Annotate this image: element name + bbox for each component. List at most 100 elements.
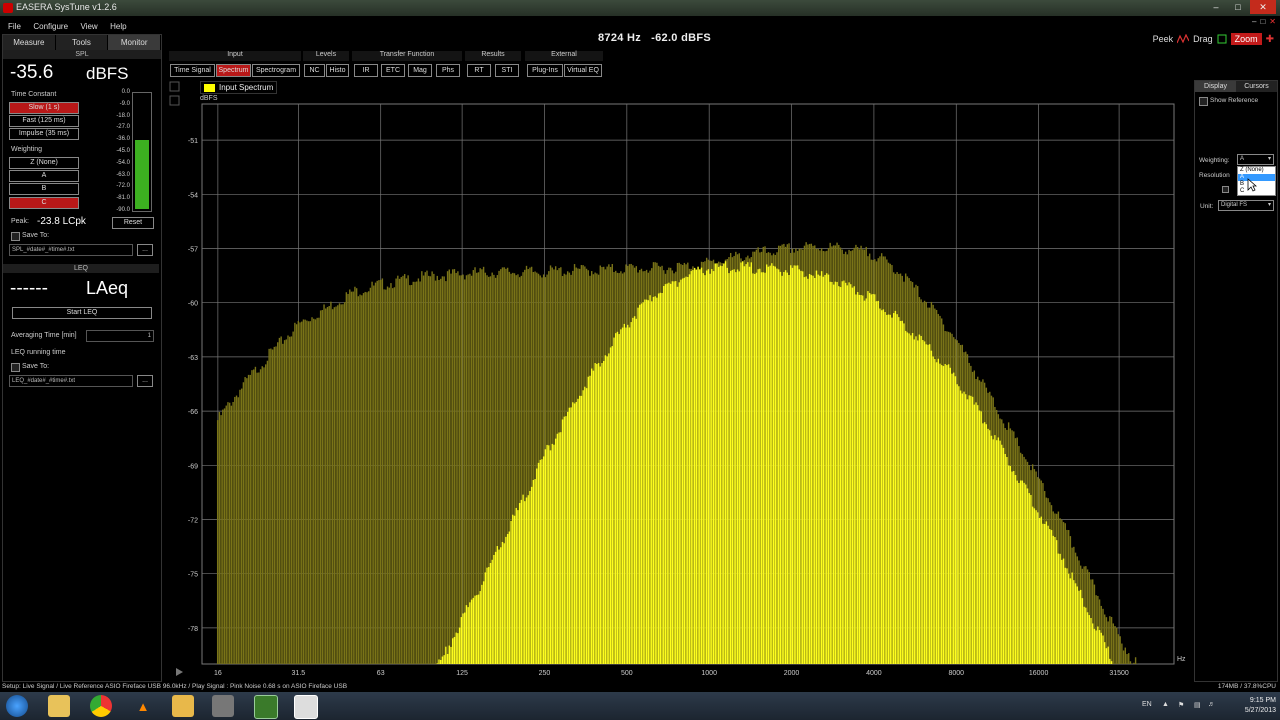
time-constant-fast[interactable]: Fast (125 ms) xyxy=(9,115,79,127)
spectrum-bar xyxy=(234,396,236,664)
tab-cursors[interactable]: Cursors xyxy=(1236,81,1277,92)
spectrum-bar xyxy=(947,364,950,664)
show-reference-checkbox[interactable] xyxy=(1199,97,1208,106)
weighting-z[interactable]: Z (None) xyxy=(9,157,79,169)
plug-ins-button[interactable]: Plug-Ins xyxy=(527,64,563,77)
start-button-icon[interactable] xyxy=(6,695,28,717)
spl-file-field[interactable]: SPL_#date#_#time#.txt xyxy=(9,244,133,256)
spectrum-bar xyxy=(855,294,857,664)
spectrum-chart[interactable]: -51 -54 -57 -60 -63 -66 -69 -72 -75 -78 16 31.5 63 12… xyxy=(168,78,1190,682)
maximize-icon[interactable]: □ xyxy=(1228,0,1248,14)
spectrum-bar xyxy=(898,317,900,664)
mdi-restore-icon[interactable]: □ xyxy=(1260,17,1265,26)
close-icon[interactable]: ✕ xyxy=(1250,0,1276,14)
spectrum-bar xyxy=(942,366,945,664)
tab-display[interactable]: Display xyxy=(1195,81,1236,92)
x-tick-label: 16000 xyxy=(1029,670,1049,677)
spectrum-plot[interactable]: -51 -54 -57 -60 -63 -66 -69 -72 -75 -78 16 31.5 63 12… xyxy=(168,78,1190,682)
window-taskbar-icon[interactable] xyxy=(294,695,318,719)
spectrum-bar xyxy=(458,627,461,664)
volume-icon[interactable]: ♬ xyxy=(1208,701,1215,708)
time-constant-impulse[interactable]: Impulse (35 ms) xyxy=(9,128,79,140)
spectrum-bar xyxy=(354,286,356,664)
mdi-minimize-icon[interactable]: – xyxy=(1252,17,1256,26)
explorer-icon[interactable] xyxy=(48,695,70,717)
weighting-b[interactable]: B xyxy=(9,183,79,195)
averaging-time-input[interactable]: 1 xyxy=(86,330,154,342)
menu-file[interactable]: File xyxy=(8,22,21,31)
chrome-icon[interactable] xyxy=(90,695,112,717)
flag-icon[interactable]: ⚑ xyxy=(1178,701,1184,709)
spectrum-bar xyxy=(875,301,878,664)
virtual-eq-button[interactable]: Virtual EQ xyxy=(564,64,602,77)
reset-button[interactable]: Reset xyxy=(112,217,154,229)
spectrum-button[interactable]: Spectrum xyxy=(216,64,251,77)
leq-browse-button[interactable]: ... xyxy=(137,375,153,387)
spectrogram-button[interactable]: Spectrogram xyxy=(252,64,300,77)
spectrum-bar xyxy=(529,490,531,664)
menu-configure[interactable]: Configure xyxy=(33,22,68,31)
spectrum-bar xyxy=(256,372,258,664)
spectrum-bar xyxy=(453,269,456,664)
legend-swatch xyxy=(204,83,215,92)
spectrum-bar xyxy=(1119,636,1121,664)
tray-arrow-icon[interactable]: ▲ xyxy=(1162,701,1169,708)
nc-button[interactable]: NC xyxy=(304,64,325,77)
spectrum-bar xyxy=(700,267,703,664)
spectrum-bar xyxy=(923,341,926,664)
phs-button[interactable]: Phs xyxy=(436,64,460,77)
spectrum-bar xyxy=(745,264,747,664)
legend-label: Input Spectrum xyxy=(219,83,274,92)
sti-button[interactable]: STI xyxy=(495,64,519,77)
spl-save-checkbox[interactable] xyxy=(11,232,20,241)
start-leq-button[interactable]: Start LEQ xyxy=(12,307,152,319)
spectrum-bar xyxy=(904,330,907,664)
tab-tools[interactable]: Tools xyxy=(55,35,109,50)
spl-browse-button[interactable]: ... xyxy=(137,244,153,256)
systune-taskbar-icon[interactable] xyxy=(254,695,278,719)
spectrum-bar xyxy=(676,286,679,664)
network-icon[interactable]: ▤ xyxy=(1194,701,1201,709)
spectrum-bar xyxy=(678,282,680,664)
tab-measure[interactable]: Measure xyxy=(3,35,56,50)
toolbar-results-label: Results xyxy=(465,51,521,61)
histo-button[interactable]: Histo xyxy=(326,64,349,77)
rt-button[interactable]: RT xyxy=(467,64,491,77)
time-constant-slow[interactable]: Slow (1 s) xyxy=(9,102,79,114)
time-signal-button[interactable]: Time Signal xyxy=(170,64,215,77)
zoom-button[interactable]: Zoom xyxy=(1230,33,1262,45)
dropdown-option-z[interactable]: Z (None) xyxy=(1238,167,1275,174)
spectrum-bar xyxy=(1121,643,1123,664)
vlc-icon[interactable]: ▲ xyxy=(132,695,154,717)
menu-view[interactable]: View xyxy=(80,22,97,31)
mdi-close-icon[interactable]: ✕ xyxy=(1269,17,1276,26)
weighting-dropdown[interactable]: A ▾ xyxy=(1237,154,1274,165)
spectrum-bar xyxy=(956,384,958,664)
tab-monitor[interactable]: Monitor xyxy=(108,35,162,50)
weighting-a[interactable]: A xyxy=(9,170,79,182)
mag-button[interactable]: Mag xyxy=(408,64,432,77)
spectrum-bar xyxy=(414,281,416,664)
unit-dropdown[interactable]: Digital FS ▾ xyxy=(1218,200,1274,211)
folder-icon[interactable] xyxy=(172,695,194,717)
spectrum-bar xyxy=(304,319,306,664)
spectrum-bar xyxy=(625,327,627,664)
language-indicator[interactable]: EN xyxy=(1142,701,1152,708)
etc-button[interactable]: ETC xyxy=(381,64,405,77)
clock[interactable]: 9:15 PM 5/27/2013 xyxy=(1245,696,1276,716)
ir-button[interactable]: IR xyxy=(354,64,378,77)
resolution-checkbox[interactable] xyxy=(1222,186,1229,193)
app-icon-5[interactable] xyxy=(212,695,234,717)
spectrum-bar xyxy=(597,363,600,664)
leq-save-checkbox[interactable] xyxy=(11,363,20,372)
minimize-icon[interactable]: – xyxy=(1206,0,1226,14)
spectrum-bar xyxy=(702,273,704,664)
spl-section-title: SPL xyxy=(3,50,161,59)
spectrum-bar xyxy=(352,291,354,664)
menu-help[interactable]: Help xyxy=(110,22,126,31)
spectrum-bar xyxy=(302,319,305,664)
peek-button[interactable]: Peek xyxy=(1153,34,1174,44)
leq-file-field[interactable]: LEQ_#date#_#time#.txt xyxy=(9,375,133,387)
drag-button[interactable]: Drag xyxy=(1193,34,1213,44)
weighting-c[interactable]: C xyxy=(9,197,79,209)
